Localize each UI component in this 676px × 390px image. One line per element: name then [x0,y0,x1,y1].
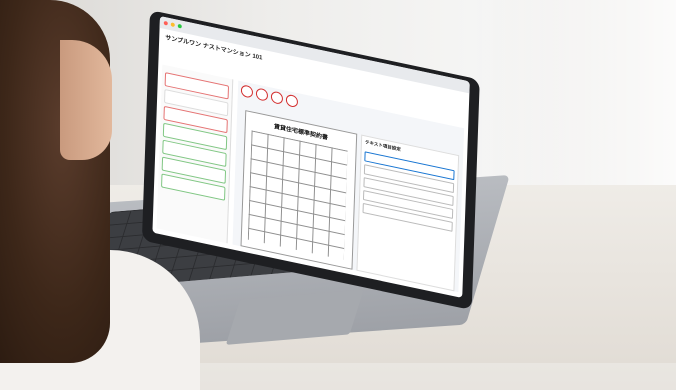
field-settings-panel: テキスト項目設定 [356,134,460,292]
signer-panel [156,64,234,244]
person-face [60,40,112,160]
maximize-dot-icon [177,23,182,29]
contract-table [247,130,348,260]
close-dot-icon [163,20,168,26]
contract-page: 賃貸住宅標準契約書 [240,110,358,270]
stamp-icon[interactable] [285,93,299,109]
stamp-icon[interactable] [240,84,254,99]
minimize-dot-icon [170,22,175,28]
stamp-icon[interactable] [270,90,284,105]
stamp-icon[interactable] [255,87,269,102]
